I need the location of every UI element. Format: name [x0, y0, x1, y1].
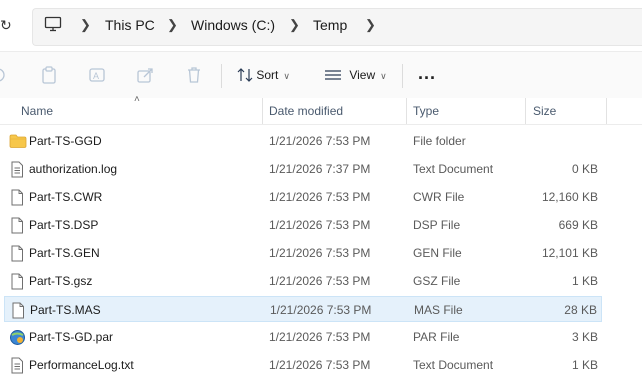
breadcrumb-temp[interactable]: Temp	[313, 17, 347, 33]
par-file-icon	[9, 329, 26, 349]
toolbar-divider	[402, 64, 403, 88]
file-size: 669 KB	[558, 218, 598, 232]
list-item[interactable]: Part-TS.GEN 1/21/2026 7:53 PM GEN File 1…	[4, 240, 602, 266]
column-header-size[interactable]: Size	[533, 104, 556, 118]
delete-icon[interactable]	[186, 66, 202, 87]
file-name: Part-TS.DSP	[29, 218, 99, 232]
this-pc-icon[interactable]	[44, 16, 62, 35]
list-item[interactable]: Part-TS.gsz 1/21/2026 7:53 PM GSZ File 1…	[4, 268, 602, 294]
breadcrumb-windows-c[interactable]: Windows (C:)	[191, 17, 275, 33]
file-size: 28 KB	[564, 303, 597, 317]
column-divider[interactable]	[525, 98, 526, 124]
rename-icon[interactable]: A	[89, 66, 107, 87]
list-item[interactable]: Part-TS-GD.par 1/21/2026 7:53 PM PAR Fil…	[4, 324, 602, 350]
command-bar: A Sort ∨ View ∨ ...	[0, 51, 642, 99]
view-list-icon	[325, 70, 341, 80]
file-type: Text Document	[413, 358, 494, 372]
file-type: Text Document	[413, 162, 494, 176]
column-header-type[interactable]: Type	[413, 104, 439, 118]
file-type: PAR File	[413, 330, 460, 344]
file-icon	[9, 217, 25, 237]
file-icon	[9, 189, 25, 209]
sort-ascending-icon: ˄	[134, 94, 140, 105]
column-divider[interactable]	[406, 98, 407, 124]
file-size: 3 KB	[571, 330, 598, 344]
file-name: authorization.log	[29, 162, 118, 176]
file-size: 12,160 KB	[541, 190, 598, 204]
column-header-name[interactable]: Name	[21, 104, 53, 118]
file-name: Part-TS.gsz	[29, 274, 93, 288]
file-size: 1 KB	[571, 274, 598, 288]
file-date: 1/21/2026 7:53 PM	[270, 303, 372, 317]
file-size: 1 KB	[571, 358, 598, 372]
breadcrumb-this-pc[interactable]: This PC	[105, 17, 155, 33]
file-type: CWR File	[413, 190, 465, 204]
share-icon[interactable]	[137, 66, 155, 87]
file-name: Part-TS-GD.par	[29, 330, 114, 344]
file-name: Part-TS.MAS	[30, 303, 101, 317]
file-name: Part-TS.GEN	[29, 246, 100, 260]
sort-label: Sort	[256, 68, 279, 82]
breadcrumb-chevron-icon[interactable]: ❯	[365, 17, 376, 33]
column-divider[interactable]	[262, 98, 263, 124]
folder-icon	[9, 133, 27, 152]
file-date: 1/21/2026 7:53 PM	[269, 134, 371, 148]
file-size: 12,101 KB	[541, 246, 598, 260]
file-size: 0 KB	[571, 162, 598, 176]
file-date: 1/21/2026 7:53 PM	[269, 358, 371, 372]
list-item-selected[interactable]: Part-TS.MAS 1/21/2026 7:53 PM MAS File 2…	[4, 296, 602, 322]
file-name: PerformanceLog.txt	[29, 358, 134, 372]
new-icon[interactable]	[0, 66, 8, 87]
file-type: File folder	[413, 134, 466, 148]
text-file-icon	[9, 161, 25, 181]
list-item[interactable]: PerformanceLog.txt 1/21/2026 7:53 PM Tex…	[4, 352, 602, 378]
file-icon	[10, 302, 26, 322]
chevron-down-icon: ∨	[283, 71, 290, 81]
file-icon	[9, 245, 25, 265]
refresh-icon[interactable]: ↻	[0, 17, 12, 34]
file-date: 1/21/2026 7:53 PM	[269, 274, 371, 288]
breadcrumb-chevron-icon[interactable]: ❯	[80, 17, 91, 33]
file-date: 1/21/2026 7:53 PM	[269, 246, 371, 260]
view-button[interactable]: View ∨	[325, 68, 387, 82]
toolbar-divider	[221, 64, 222, 88]
file-name: Part-TS-GGD	[29, 134, 102, 148]
file-type: GEN File	[413, 246, 462, 260]
breadcrumb-chevron-icon[interactable]: ❯	[167, 17, 178, 33]
sort-arrows-icon	[237, 68, 253, 82]
more-options-button[interactable]: ...	[418, 63, 436, 84]
list-item[interactable]: authorization.log 1/21/2026 7:37 PM Text…	[4, 156, 602, 182]
file-type: DSP File	[413, 218, 461, 232]
file-icon	[9, 273, 25, 293]
sort-button[interactable]: Sort ∨	[237, 68, 290, 82]
paste-icon[interactable]	[41, 66, 57, 87]
address-bar-area: ↻ ❯ This PC ❯ Windows (C:) ❯ Temp ❯	[0, 0, 642, 50]
file-date: 1/21/2026 7:37 PM	[269, 162, 371, 176]
file-date: 1/21/2026 7:53 PM	[269, 190, 371, 204]
chevron-down-icon: ∨	[380, 71, 387, 81]
file-date: 1/21/2026 7:53 PM	[269, 330, 371, 344]
column-header-row: ˄ Name Date modified Type Size	[0, 94, 642, 125]
file-name: Part-TS.CWR	[29, 190, 103, 204]
list-item[interactable]: Part-TS.CWR 1/21/2026 7:53 PM CWR File 1…	[4, 184, 602, 210]
file-type: GSZ File	[413, 274, 461, 288]
svg-text:A: A	[93, 71, 99, 81]
column-header-date-modified[interactable]: Date modified	[269, 104, 343, 118]
text-file-icon	[9, 357, 25, 377]
list-item[interactable]: Part-TS.DSP 1/21/2026 7:53 PM DSP File 6…	[4, 212, 602, 238]
column-divider[interactable]	[606, 98, 607, 124]
file-type: MAS File	[414, 303, 463, 317]
breadcrumb-chevron-icon[interactable]: ❯	[289, 17, 300, 33]
list-item[interactable]: Part-TS-GGD 1/21/2026 7:53 PM File folde…	[4, 128, 602, 154]
file-date: 1/21/2026 7:53 PM	[269, 218, 371, 232]
view-label: View	[349, 68, 376, 82]
